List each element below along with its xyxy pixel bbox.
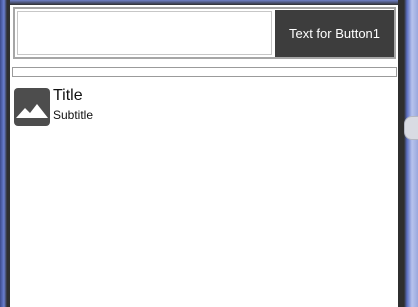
image-placeholder-icon bbox=[14, 88, 50, 126]
list-item-title: Title bbox=[53, 87, 83, 104]
empty-bar bbox=[12, 67, 397, 77]
input-row: Text for Button1 bbox=[13, 7, 396, 59]
device-frame-right bbox=[398, 0, 418, 307]
text-input[interactable] bbox=[17, 11, 272, 55]
side-handle[interactable] bbox=[404, 116, 418, 140]
button1[interactable]: Text for Button1 bbox=[275, 10, 394, 57]
list-item[interactable]: Title Subtitle bbox=[14, 85, 394, 129]
device-frame-left bbox=[0, 0, 10, 307]
app-screen: Text for Button1 Title Subtitle bbox=[10, 5, 398, 307]
list-item-subtitle: Subtitle bbox=[53, 108, 94, 122]
